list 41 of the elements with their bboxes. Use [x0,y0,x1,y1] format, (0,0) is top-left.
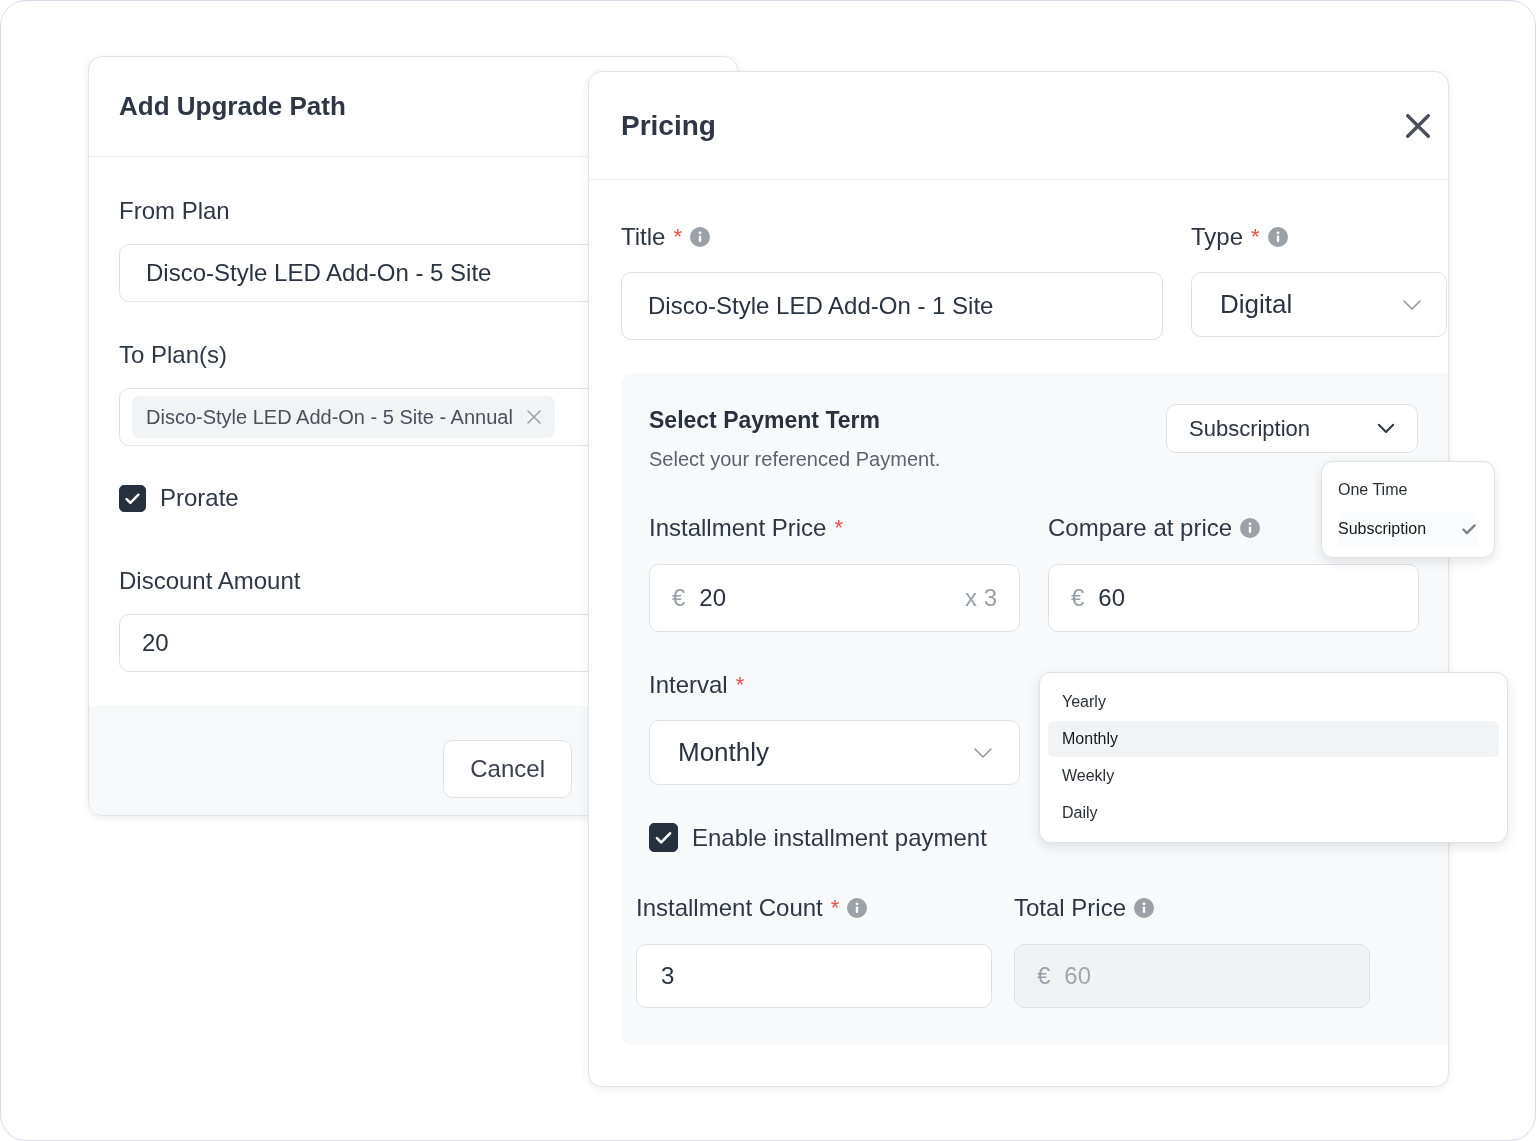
field-label: Compare at price [1048,513,1233,543]
payment-term-select[interactable]: Subscription [1166,404,1418,453]
type-select[interactable]: Digital [1191,272,1447,337]
chevron-down-icon [1377,423,1395,434]
required-asterisk: * [735,671,745,699]
price-field[interactable]: € 60 [1048,564,1419,632]
interval-select[interactable]: Monthly [649,720,1020,785]
menu-item[interactable]: Daily [1048,795,1499,831]
close-button[interactable] [1406,113,1430,138]
required-asterisk: * [830,894,840,922]
chevron-down-icon [973,746,993,759]
field-label: Installment Count [636,893,823,923]
chevron-down-icon [1402,298,1422,311]
field-label: From Plan [119,196,230,226]
field-label: Type [1191,222,1244,252]
number-field[interactable]: 3 [636,944,992,1008]
dialog-title: Add Upgrade Path [119,91,346,122]
menu-item[interactable]: Yearly [1048,684,1499,720]
plan-tag: Disco-Style LED Add-On - 5 Site - Annual [132,396,555,438]
checkbox-label: Enable installment payment [692,823,987,852]
total-price-field: € 60 [1014,944,1370,1008]
menu-item[interactable]: Monthly [1048,721,1499,757]
price-field[interactable]: € 20 x 3 [649,564,1020,632]
field-label: Installment Price [649,513,827,543]
menu-item[interactable]: Subscription [1338,511,1478,547]
close-icon [1406,113,1430,138]
required-asterisk: * [1251,223,1260,251]
field-label: Discount Amount [119,566,301,596]
title-field[interactable]: Disco-Style LED Add-On - 1 Site [621,272,1163,340]
field-label: To Plan(s) [119,340,228,370]
menu-item[interactable]: One Time [1338,472,1478,508]
dialog-title: Pricing [621,109,716,142]
required-asterisk: * [834,514,843,542]
checkbox[interactable] [649,823,678,852]
checkbox[interactable] [119,484,146,512]
field-label: Total Price [1014,893,1127,923]
cancel-button[interactable]: Cancel [443,739,572,798]
section-subtitle: Select your referenced Payment. [649,448,941,471]
menu-item[interactable]: Weekly [1048,758,1499,794]
checkbox-label: Prorate [160,484,239,512]
field-label: Interval [649,670,728,700]
